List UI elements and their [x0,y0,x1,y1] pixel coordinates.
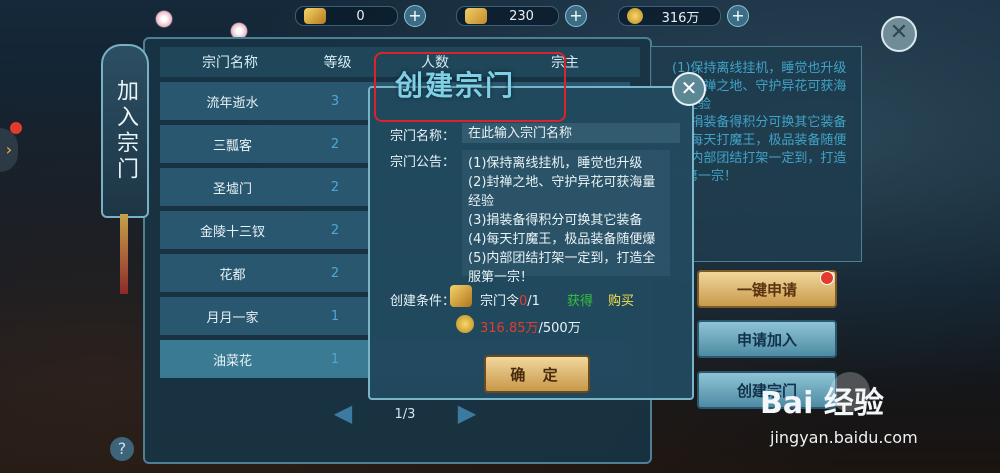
title-highlight-box [374,52,566,122]
gold-ingot-icon [304,8,326,24]
currency-coin: 316万 + [618,5,749,27]
silver-amount: 230 [509,8,534,24]
notification-dot [10,122,22,134]
coin-requirement: 316.85万/500万 [480,317,581,336]
currency-silver: 230 + [456,5,587,27]
token-name: 宗门令 [480,294,520,309]
sect-level: 1 [330,308,340,324]
currency-gold: 0 + [295,5,426,27]
gold-amount: 0 [356,8,365,24]
next-page-icon[interactable]: ▶ [454,401,480,427]
tab-join-sect-label: 加入宗门 [113,79,138,183]
sect-level: 2 [330,136,340,152]
coin-have: 316.85万 [480,321,539,336]
sect-notice-textarea[interactable]: (1)保持离线挂机，睡觉也升级 (2)封禅之地、守护异花可获海量经验 (3)捐装… [462,150,670,285]
token-need: /1 [527,294,540,309]
sect-name: 花都 [219,267,246,283]
get-token-link[interactable]: 获得 [567,290,593,309]
tab-join-sect[interactable]: 加入宗门 [101,44,149,218]
confirm-button[interactable]: 确 定 [484,355,590,393]
flower-decoration [155,10,173,28]
one-click-apply-button[interactable]: 一键申请 [697,270,837,308]
sect-level: 2 [330,222,340,238]
sect-name: 油菜花 [212,353,252,369]
dialog-close-icon[interactable]: ✕ [672,72,706,106]
coin-icon [456,315,474,333]
tassel-decoration [120,214,128,294]
prev-page-icon[interactable]: ◀ [330,401,356,427]
sect-token-icon [450,285,472,307]
page-indicator: 1/3 [394,406,416,422]
close-icon[interactable]: ✕ [881,16,917,52]
add-coin-button[interactable]: + [727,5,749,27]
sect-level: 1 [330,351,340,367]
sect-name: 流年逝水 [206,95,259,111]
notification-dot [820,271,834,285]
token-requirement: 宗门令0/1 [480,290,540,309]
pagination: ◀ 1/3 ▶ [330,400,480,428]
sect-name: 三瓢客 [212,138,252,154]
help-icon[interactable]: ? [110,437,134,461]
column-header-name: 宗门名称 [202,55,258,71]
coin-amount: 316万 [661,10,700,26]
sect-name: 月月一家 [206,310,259,326]
add-gold-button[interactable]: + [404,5,426,27]
add-silver-button[interactable]: + [565,5,587,27]
coin-icon [627,8,643,24]
sect-name-input[interactable] [462,123,680,143]
watermark-brand: Bai 经验 [760,386,884,421]
create-condition-label: 创建条件： [390,294,456,309]
watermark-url: jingyan.baidu.com [770,428,918,447]
sect-name-label: 宗门名称： [390,129,456,144]
sect-name: 金陵十三钗 [199,224,265,240]
column-header-level: 等级 [323,55,352,71]
sect-level: 2 [330,265,340,281]
sect-notice-label: 宗门公告： [390,155,456,170]
sect-level: 3 [330,93,340,109]
apply-join-button[interactable]: 申请加入 [697,320,837,358]
buy-token-link[interactable]: 购买 [608,290,634,309]
coin-need: /500万 [538,321,581,336]
silver-ingot-icon [465,8,487,24]
sect-level: 2 [330,179,340,195]
sect-name: 圣墟门 [212,181,252,197]
